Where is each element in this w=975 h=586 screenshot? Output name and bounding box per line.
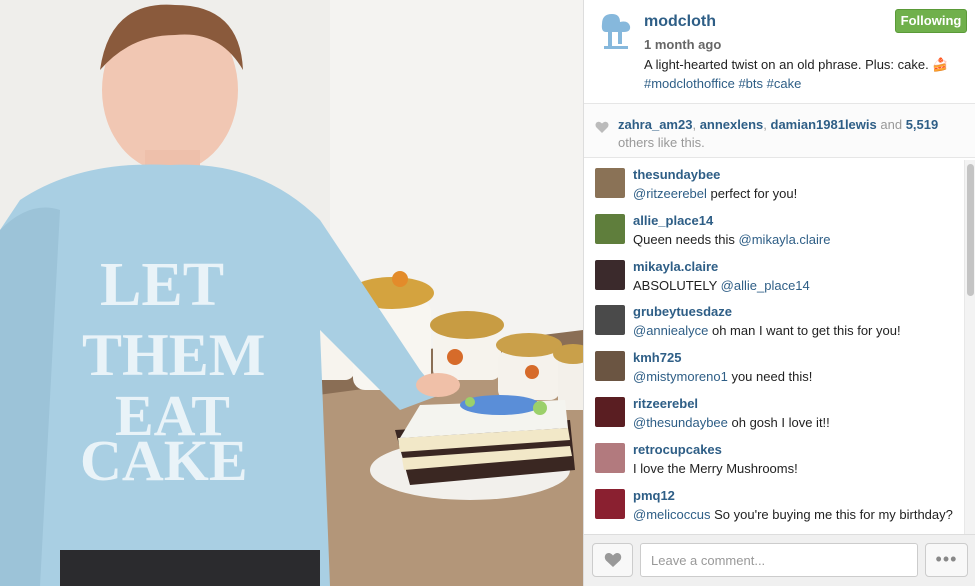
post-timestamp[interactable]: 1 month ago xyxy=(644,37,721,52)
commenter-avatar[interactable] xyxy=(595,442,625,473)
commenter-username-link[interactable]: kmh725 xyxy=(633,350,681,365)
modcloth-logo-icon[interactable] xyxy=(598,12,634,52)
heart-icon xyxy=(595,121,609,133)
comment-text: @ritzeerebel perfect for you! xyxy=(633,186,797,201)
comment-body: oh man I want to get this for you! xyxy=(708,323,901,339)
likes-text: zahra_am23, annexlens, damian1981lewis a… xyxy=(618,117,939,150)
mention-link[interactable]: @mikayla.claire xyxy=(739,232,831,247)
post-sidebar: modcloth Following 1 month ago A light-h… xyxy=(583,0,975,586)
post-caption: A light-hearted twist on an old phrase. … xyxy=(644,55,966,93)
comment-item: pmq12 @melicoccus So you're buying me thi… xyxy=(584,481,964,527)
likes-summary: zahra_am23, annexlens, damian1981lewis a… xyxy=(584,104,975,158)
mention-link[interactable]: @thesundaybee xyxy=(633,415,728,430)
scrollbar-thumb[interactable] xyxy=(967,164,974,296)
hashtag-link[interactable]: #bts xyxy=(738,76,763,91)
commenter-username-link[interactable]: ritzeerebel xyxy=(633,396,698,411)
comment-text: @melicoccus So you're buying me this for… xyxy=(633,507,953,522)
mention-link[interactable]: @allie_place14 xyxy=(721,278,810,293)
comment-item: grubeytuesdaze @anniealyce oh man I want … xyxy=(584,297,964,343)
comment-text: @mistymoreno1 you need this! xyxy=(633,369,812,384)
hashtag-link[interactable]: #cake xyxy=(767,76,802,91)
comments-scrollbar[interactable] xyxy=(964,160,975,534)
comment-body: oh gosh I love it!! xyxy=(727,414,830,430)
post-username-link[interactable]: modcloth xyxy=(644,13,716,31)
heart-icon xyxy=(604,553,622,567)
commenter-avatar[interactable] xyxy=(595,396,625,427)
like-button[interactable] xyxy=(592,543,633,577)
sweater-line-4: CAKE xyxy=(80,428,248,493)
more-options-button[interactable]: ••• xyxy=(925,543,968,577)
commenter-username-link[interactable]: grubeytuesdaze xyxy=(633,304,732,319)
mention-link[interactable]: @mistymoreno1 xyxy=(633,369,728,384)
sweater-line-1: LET xyxy=(100,251,224,319)
commenter-username-link[interactable]: retrocupcakes xyxy=(633,442,722,457)
comment-body: you need this! xyxy=(727,369,813,385)
comment-body: Queen needs this xyxy=(633,231,739,247)
commenter-avatar[interactable] xyxy=(595,168,625,198)
following-button[interactable]: Following xyxy=(895,9,967,33)
comment-input[interactable] xyxy=(640,543,918,577)
commenter-avatar[interactable] xyxy=(595,488,625,519)
liker-link[interactable]: zahra_am23 xyxy=(618,117,692,132)
likes-suffix: others like this. xyxy=(618,135,705,150)
commenter-username-link[interactable]: thesundaybee xyxy=(633,167,720,182)
comment-text: Queen needs this @mikayla.claire xyxy=(633,232,830,247)
comment-text: ABSOLUTELY @allie_place14 xyxy=(633,278,810,293)
comment-item: retrocupcakes I love the Merry Mushrooms! xyxy=(584,435,964,481)
mention-link[interactable]: @melicoccus xyxy=(633,507,711,522)
mention-link[interactable]: @ritzeerebel xyxy=(633,186,707,201)
comment-text: @anniealyce oh man I want to get this fo… xyxy=(633,323,901,338)
comment-list[interactable]: thesundaybee @ritzeerebel perfect for you… xyxy=(584,160,964,534)
comment-body: ABSOLUTELY xyxy=(633,277,721,293)
photo-illustration: LET THEM EAT CAKE xyxy=(0,0,583,586)
liker-link[interactable]: damian1981lewis xyxy=(771,117,877,132)
comment-body: So you're buying me this for my birthday… xyxy=(710,506,953,522)
commenter-username-link[interactable]: mikayla.claire xyxy=(633,259,718,274)
sweater-line-2: THEM xyxy=(82,322,265,388)
likes-and: and xyxy=(880,117,903,132)
comment-body: perfect for you! xyxy=(706,186,798,201)
comment-item: ritzeerebel @thesundaybee oh gosh I love … xyxy=(584,389,964,435)
commenter-avatar[interactable] xyxy=(595,305,625,336)
comment-text: I love the Merry Mushrooms! xyxy=(633,461,798,476)
commenter-avatar[interactable] xyxy=(595,351,625,382)
commenter-avatar[interactable] xyxy=(595,213,625,244)
comment-item: thesundaybee @ritzeerebel perfect for you… xyxy=(584,160,964,206)
likes-count[interactable]: 5,519 xyxy=(906,117,939,132)
comment-text: @thesundaybee oh gosh I love it!! xyxy=(633,415,830,430)
commenter-username-link[interactable]: allie_place14 xyxy=(633,213,713,228)
commenter-avatar[interactable] xyxy=(595,259,625,290)
mention-link[interactable]: @anniealyce xyxy=(633,323,708,338)
hashtag-link[interactable]: #modclothoffice xyxy=(644,76,735,91)
comment-item: kmh725 @mistymoreno1 you need this! xyxy=(584,343,964,389)
caption-text: A light-hearted twist on an old phrase. … xyxy=(644,57,949,72)
comment-item: allie_place14 Queen needs this @mikayla.c… xyxy=(584,206,964,252)
comment-item: mikayla.claire ABSOLUTELY @allie_place14 xyxy=(584,252,964,298)
comment-body: I love the Merry Mushrooms! xyxy=(633,460,798,476)
post-header: modcloth Following 1 month ago A light-h… xyxy=(584,0,975,104)
liker-link[interactable]: annexlens xyxy=(700,117,764,132)
commenter-username-link[interactable]: pmq12 xyxy=(633,488,675,503)
comment-bar: ••• xyxy=(584,534,975,586)
post-photo[interactable]: LET THEM EAT CAKE xyxy=(0,0,583,586)
